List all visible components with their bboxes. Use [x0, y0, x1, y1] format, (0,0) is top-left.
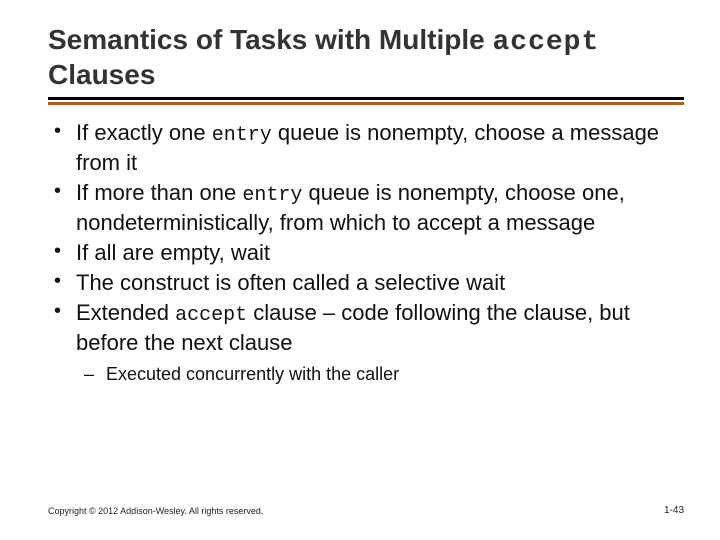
title-post: Clauses: [48, 59, 155, 90]
slide-title: Semantics of Tasks with Multiple accept …: [48, 24, 684, 91]
text: If all are empty, wait: [76, 240, 270, 265]
mono-text: entry: [242, 184, 302, 207]
text: If more than one: [76, 180, 242, 205]
mono-text: accept: [175, 304, 247, 327]
sub-item: Executed concurrently with the caller: [106, 363, 680, 386]
page-number: 1-43: [664, 505, 684, 516]
bullet-list: If exactly one entry queue is nonempty, …: [48, 119, 684, 386]
text: If exactly one: [76, 120, 212, 145]
title-pre: Semantics of Tasks with Multiple: [48, 24, 492, 55]
text: Extended: [76, 300, 175, 325]
bullet-item: The construct is often called a selectiv…: [76, 269, 680, 297]
bullet-item: If exactly one entry queue is nonempty, …: [76, 119, 680, 177]
slide: Semantics of Tasks with Multiple accept …: [0, 0, 720, 540]
bullet-item: If all are empty, wait: [76, 239, 680, 267]
title-mono: accept: [492, 27, 599, 58]
mono-text: entry: [212, 124, 272, 147]
text: The construct is often called a selectiv…: [76, 270, 505, 295]
sub-list: Executed concurrently with the caller: [76, 357, 680, 386]
copyright: Copyright © 2012 Addison-Wesley. All rig…: [48, 506, 263, 516]
bullet-item: Extended accept clause – code following …: [76, 299, 680, 386]
rule-top: [48, 97, 684, 100]
bullet-item: If more than one entry queue is nonempty…: [76, 179, 680, 237]
rule-accent: [48, 102, 684, 105]
